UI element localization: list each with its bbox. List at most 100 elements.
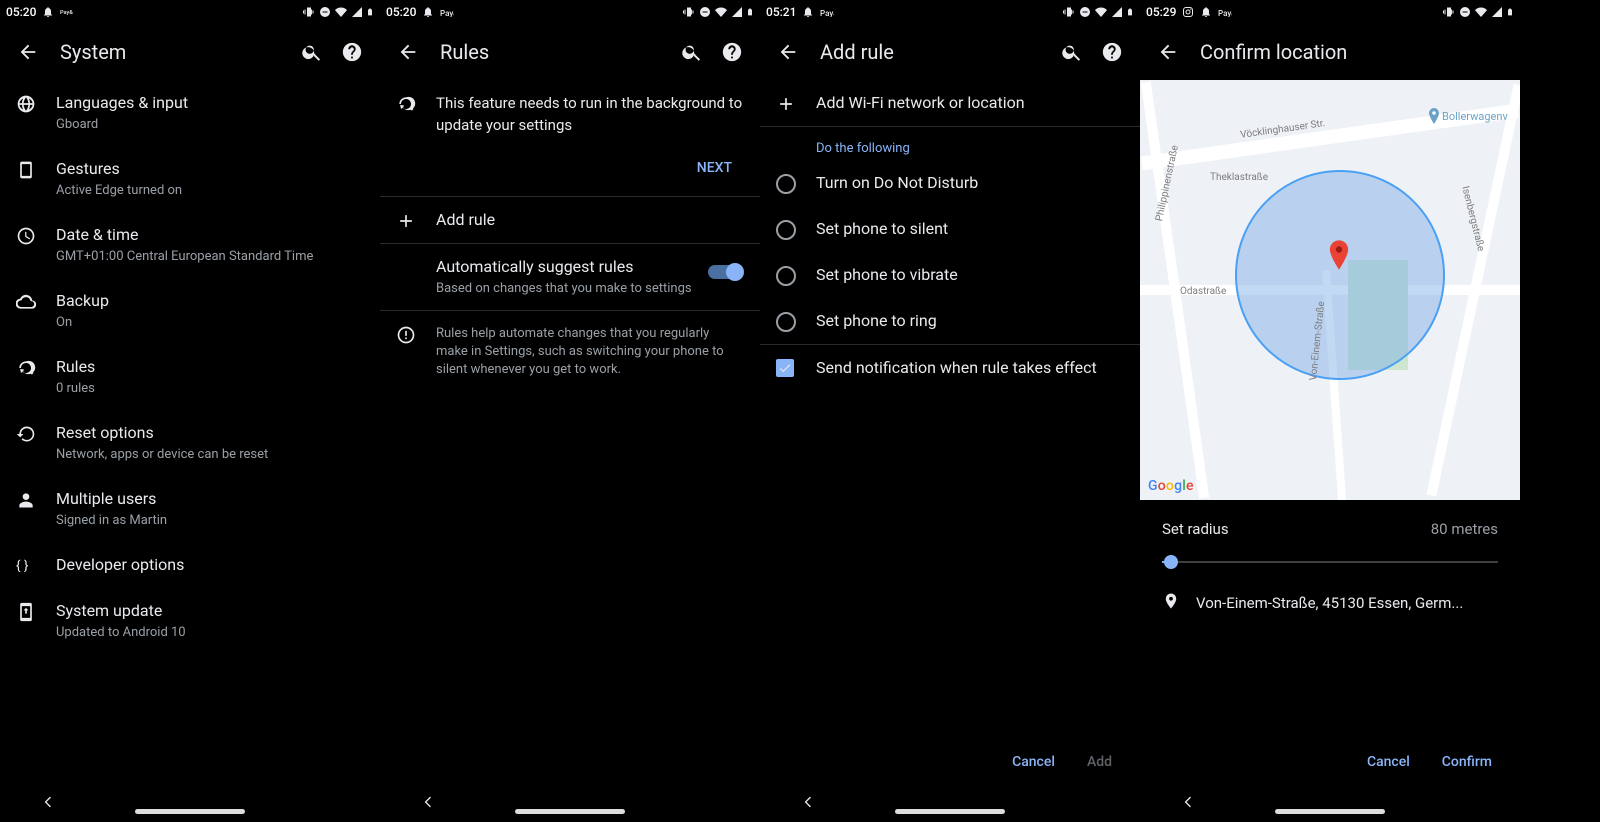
notify-checkbox[interactable] <box>776 359 794 377</box>
wifi-icon <box>334 6 348 18</box>
page-title: System <box>60 40 292 64</box>
list-item-developer[interactable]: { } Developer options <box>0 542 380 588</box>
radio-silent[interactable] <box>776 220 796 240</box>
radio-dnd[interactable] <box>776 174 796 194</box>
help-button[interactable] <box>712 32 752 72</box>
item-title: Developer options <box>56 554 364 576</box>
clock: 05:29 <box>1146 5 1176 19</box>
radio-vibrate[interactable] <box>776 266 796 286</box>
option-label: Set phone to vibrate <box>816 264 1124 286</box>
help-button[interactable] <box>332 32 372 72</box>
list-item-backup[interactable]: BackupOn <box>0 278 380 344</box>
signal-icon <box>351 6 363 18</box>
suggest-toggle[interactable] <box>708 262 744 282</box>
suggest-rules-row[interactable]: Automatically suggest rules Based on cha… <box>380 244 760 310</box>
cloud-icon <box>16 290 56 312</box>
search-button[interactable] <box>672 32 712 72</box>
radius-slider[interactable] <box>1162 550 1498 574</box>
wifi-icon <box>1474 6 1488 18</box>
battery-icon <box>1126 5 1134 19</box>
nav-home-pill[interactable] <box>895 809 1005 814</box>
page-title: Rules <box>440 40 672 64</box>
back-button[interactable] <box>8 32 48 72</box>
list-item-update[interactable]: System updateUpdated to Android 10 <box>0 588 380 654</box>
list-item-users[interactable]: Multiple usersSigned in as Martin <box>0 476 380 542</box>
carrier-icon: Pay& <box>820 7 834 17</box>
bottom-button-bar: Cancel Confirm <box>1140 746 1520 778</box>
update-icon <box>16 600 56 622</box>
bottom-button-bar: Cancel Add <box>760 746 1140 778</box>
nav-back-icon[interactable] <box>420 794 436 810</box>
nav-home-pill[interactable] <box>1275 809 1385 814</box>
gestures-icon <box>16 158 56 180</box>
user-icon <box>16 488 56 510</box>
search-button[interactable] <box>1052 32 1092 72</box>
add-network-button[interactable]: Add Wi-Fi network or location <box>760 80 1140 126</box>
nav-home-pill[interactable] <box>135 809 245 814</box>
plus-icon <box>396 209 436 231</box>
wifi-icon <box>1094 6 1108 18</box>
suggest-sub: Based on changes that you make to settin… <box>436 280 708 298</box>
address-row[interactable]: Von-Einem-Straße, 45130 Essen, Germ... <box>1140 582 1520 624</box>
svg-text:{ }: { } <box>16 558 29 573</box>
option-ring[interactable]: Set phone to ring <box>760 298 1140 344</box>
nav-back-icon[interactable] <box>800 794 816 810</box>
option-vibrate[interactable]: Set phone to vibrate <box>760 252 1140 298</box>
list-item-languages[interactable]: Languages & inputGboard <box>0 80 380 146</box>
add-rule-button[interactable]: Add rule <box>380 197 760 243</box>
add-button[interactable]: Add <box>1075 746 1124 778</box>
back-button[interactable] <box>768 32 808 72</box>
item-title: Gestures <box>56 158 364 180</box>
list-item-gestures[interactable]: GesturesActive Edge turned on <box>0 146 380 212</box>
nav-back-icon[interactable] <box>40 794 56 810</box>
search-button[interactable] <box>292 32 332 72</box>
item-title: System update <box>56 600 364 622</box>
map[interactable]: Bollerwagenv Vöcklinghauser Str. Theklas… <box>1140 80 1520 500</box>
help-button[interactable] <box>1092 32 1132 72</box>
back-button[interactable] <box>1148 32 1188 72</box>
nav-home-pill[interactable] <box>515 809 625 814</box>
next-button[interactable]: NEXT <box>685 152 744 184</box>
radio-ring[interactable] <box>776 312 796 332</box>
item-sub: GMT+01:00 Central European Standard Time <box>56 248 364 266</box>
list-item-reset[interactable]: Reset optionsNetwork, apps or device can… <box>0 410 380 476</box>
option-silent[interactable]: Set phone to silent <box>760 206 1140 252</box>
back-button[interactable] <box>388 32 428 72</box>
nav-bar <box>760 782 1140 822</box>
cancel-button[interactable]: Cancel <box>1000 746 1067 778</box>
cancel-button[interactable]: Cancel <box>1355 746 1422 778</box>
street-label: Odastraße <box>1180 286 1226 297</box>
developer-icon: { } <box>16 554 56 576</box>
map-pin-icon <box>1328 240 1350 270</box>
vibrate-icon <box>1442 6 1456 18</box>
rules-icon <box>16 356 56 378</box>
vibrate-icon <box>302 6 316 18</box>
notification-icon <box>802 6 814 18</box>
notification-icon <box>42 6 54 18</box>
item-title: Languages & input <box>56 92 364 114</box>
item-title: Multiple users <box>56 488 364 510</box>
confirm-button[interactable]: Confirm <box>1430 746 1504 778</box>
plus-icon <box>776 92 816 114</box>
section-do-following: Do the following <box>760 127 1140 160</box>
rules-icon <box>396 92 436 114</box>
header: System <box>0 24 380 80</box>
street-label: Theklastraße <box>1210 172 1268 183</box>
header: Rules <box>380 24 760 80</box>
status-bar: 05:21 Pay& <box>760 0 1140 24</box>
poi-pin-icon <box>1428 108 1440 124</box>
list-item-datetime[interactable]: Date & timeGMT+01:00 Central European St… <box>0 212 380 278</box>
option-dnd[interactable]: Turn on Do Not Disturb <box>760 160 1140 206</box>
option-label: Turn on Do Not Disturb <box>816 172 1124 194</box>
notify-label: Send notification when rule takes effect <box>816 357 1124 379</box>
notify-row[interactable]: Send notification when rule takes effect <box>760 345 1140 391</box>
nav-back-icon[interactable] <box>1180 794 1196 810</box>
item-sub: Network, apps or device can be reset <box>56 446 364 464</box>
pane-system: 05:20 Pay& System Languages & inputGboar… <box>0 0 380 822</box>
item-title: Backup <box>56 290 364 312</box>
google-logo: Google <box>1148 478 1194 494</box>
info-text: Rules help automate changes that you reg… <box>436 325 744 379</box>
svg-text:Pay&: Pay& <box>1218 9 1232 17</box>
nav-bar <box>1140 782 1520 822</box>
list-item-rules[interactable]: Rules0 rules <box>0 344 380 410</box>
